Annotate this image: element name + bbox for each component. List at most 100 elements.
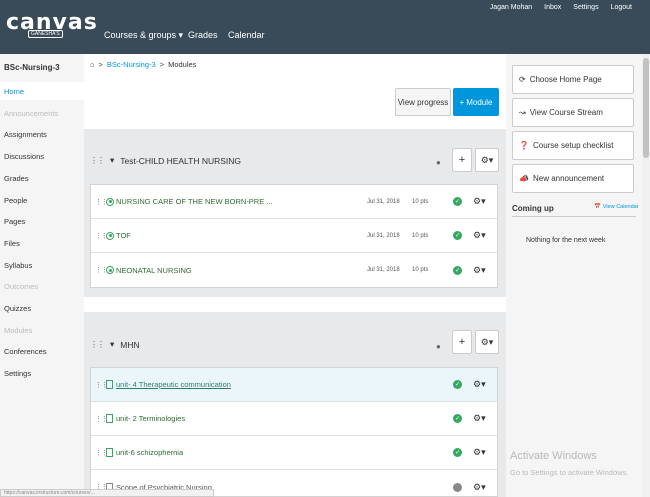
list-item[interactable]: ⋮⋮ NURSING CARE OF THE NEW BORN-PRE ... … [91, 185, 497, 219]
view-calendar-link[interactable]: 📅 View Calendar [594, 204, 639, 210]
course-navigation: BSc-Nursing-3 Home Announcements Assignm… [0, 54, 84, 497]
unpublished-icon[interactable] [453, 482, 462, 492]
list-item[interactable]: ⋮⋮ TOF Jul 31, 2018 10 pts ✓ ⚙▾ [91, 219, 497, 253]
logout-link[interactable]: Logout [611, 4, 632, 16]
page-icon [106, 414, 113, 423]
module-header: ⋮⋮ ▾ MHN [90, 339, 140, 350]
inbox-link[interactable]: Inbox [544, 4, 561, 16]
coming-up-heading: Coming up [512, 204, 554, 213]
nav-people[interactable]: People [4, 196, 27, 205]
scrollbar-thumb[interactable] [643, 58, 649, 158]
item-points: 10 pts [412, 267, 429, 273]
item-settings-gear-icon[interactable]: ⚙▾ [473, 196, 486, 207]
breadcrumb-current: Modules [168, 60, 197, 69]
page-icon [106, 448, 113, 457]
button-label: Course setup checklist [532, 141, 614, 150]
published-check-icon[interactable]: ✓ [453, 414, 462, 423]
add-module-button[interactable]: + Module [453, 88, 499, 116]
list-item[interactable]: ⋮⋮ unit- 4 Therapeutic communication ✓ ⚙… [91, 368, 497, 402]
item-settings-gear-icon[interactable]: ⚙▾ [473, 447, 486, 458]
item-title[interactable]: unit- 4 Therapeutic communication [116, 380, 231, 389]
breadcrumb-separator: > [159, 60, 165, 69]
nav-conferences[interactable]: Conferences [4, 347, 47, 356]
user-name-link[interactable]: Jagan Mohan [490, 4, 532, 16]
view-course-stream-button[interactable]: ↝ View Course Stream [512, 98, 634, 127]
user-nav: Jagan Mohan Inbox Settings Logout [490, 4, 632, 16]
item-points: 10 pts [412, 198, 429, 205]
nav-calendar[interactable]: Calendar [228, 30, 265, 40]
published-check-icon[interactable]: ✓ [453, 448, 462, 457]
course-title[interactable]: BSc-Nursing-3 [4, 63, 60, 72]
published-check-icon[interactable]: ✓ [453, 197, 462, 206]
item-date: Jul 31, 2018 [367, 267, 400, 273]
nav-announcements[interactable]: Announcements [4, 109, 58, 118]
nav-pages[interactable]: Pages [4, 217, 25, 226]
nav-quizzes[interactable]: Quizzes [4, 304, 31, 313]
item-title[interactable]: unit-6 schizophernia [116, 448, 183, 457]
item-settings-gear-icon[interactable]: ⚙▾ [473, 482, 486, 493]
breadcrumb-course[interactable]: BSc-Nursing-3 [107, 60, 156, 69]
item-settings-gear-icon[interactable]: ⚙▾ [473, 379, 486, 390]
nav-settings[interactable]: Settings [4, 369, 31, 378]
nav-modules[interactable]: Modules [4, 326, 32, 335]
nav-grades[interactable]: Grades [4, 174, 29, 183]
nav-files[interactable]: Files [4, 239, 20, 248]
list-item[interactable]: ⋮⋮ unit-6 schizophernia ✓ ⚙▾ [91, 436, 497, 470]
collapse-icon[interactable]: ▾ [110, 155, 114, 166]
module-items-list: ⋮⋮ unit- 4 Therapeutic communication ✓ ⚙… [90, 367, 498, 497]
global-header: canvas GANESHA'S Courses & groups ▾ Grad… [0, 0, 650, 54]
logo-subtitle: GANESHA'S [28, 30, 63, 38]
unpublished-icon[interactable]: ● [436, 158, 441, 167]
collapse-icon[interactable]: ▾ [110, 339, 114, 350]
item-date: Jul 31, 2018 [367, 232, 400, 239]
published-check-icon[interactable]: ✓ [453, 265, 462, 275]
list-item[interactable]: ⋮⋮ unit- 2 Terminologies ✓ ⚙▾ [91, 402, 497, 436]
button-label: Choose Home Page [529, 75, 602, 84]
add-item-button[interactable]: + [452, 330, 472, 354]
nav-syllabus[interactable]: Syllabus [4, 261, 32, 270]
question-icon: ❓ [519, 141, 529, 150]
module-header: ⋮⋮ ▾ Test-CHILD HEALTH NURSING [90, 155, 241, 166]
nav-discussions[interactable]: Discussions [4, 152, 44, 161]
button-label: View Course Stream [529, 108, 603, 117]
item-date: Jul 31, 2018 [367, 198, 400, 205]
view-calendar-label: View Calendar [602, 204, 639, 210]
right-sidebar: ⟳ Choose Home Page ↝ View Course Stream … [506, 54, 642, 497]
stream-chart-icon: ↝ [519, 108, 526, 117]
nav-outcomes[interactable]: Outcomes [4, 282, 38, 291]
module-settings-gear-icon[interactable]: ⚙▾ [475, 148, 499, 172]
module-settings-gear-icon[interactable]: ⚙▾ [475, 330, 499, 354]
drag-handle-icon[interactable]: ⋮⋮ [90, 340, 105, 349]
quiz-icon [106, 231, 114, 240]
breadcrumb: ⌂ > BSc-Nursing-3 > Modules [90, 60, 196, 69]
item-title[interactable]: NURSING CARE OF THE NEW BORN-PRE ... [116, 197, 273, 206]
choose-home-page-button[interactable]: ⟳ Choose Home Page [512, 65, 634, 94]
plus-icon: + [459, 97, 465, 107]
home-icon[interactable]: ⌂ [90, 60, 95, 69]
course-setup-checklist-button[interactable]: ❓ Course setup checklist [512, 131, 634, 160]
item-title[interactable]: unit- 2 Terminologies [116, 414, 185, 423]
settings-link[interactable]: Settings [573, 4, 598, 16]
published-check-icon[interactable]: ✓ [453, 380, 462, 389]
item-settings-gear-icon[interactable]: ⚙▾ [473, 265, 486, 276]
unpublished-icon[interactable]: ● [436, 342, 441, 351]
nav-courses-groups[interactable]: Courses & groups ▾ [104, 30, 183, 41]
nav-home[interactable]: Home [4, 87, 24, 96]
list-item[interactable]: ⋮⋮ NEONATAL NURSING Jul 31, 2018 10 pts … [91, 253, 497, 287]
published-check-icon[interactable]: ✓ [453, 231, 462, 240]
view-progress-button[interactable]: View progress [395, 88, 451, 116]
new-announcement-button[interactable]: 📣 New announcement [512, 164, 634, 193]
item-title[interactable]: NEONATAL NURSING [116, 266, 192, 275]
coming-up-empty: Nothing for the next week [526, 237, 606, 244]
page-icon [106, 380, 113, 389]
activate-windows-subtext: Go to Settings to activate Windows. [510, 468, 629, 477]
breadcrumb-separator: > [98, 60, 103, 69]
item-title[interactable]: TOF [116, 231, 131, 240]
add-item-button[interactable]: + [452, 148, 472, 172]
button-label: New announcement [532, 174, 605, 183]
drag-handle-icon[interactable]: ⋮⋮ [90, 156, 105, 165]
item-settings-gear-icon[interactable]: ⚙▾ [473, 413, 486, 424]
item-settings-gear-icon[interactable]: ⚙▾ [473, 230, 486, 241]
nav-assignments[interactable]: Assignments [4, 130, 47, 139]
nav-grades[interactable]: Grades [188, 30, 218, 40]
